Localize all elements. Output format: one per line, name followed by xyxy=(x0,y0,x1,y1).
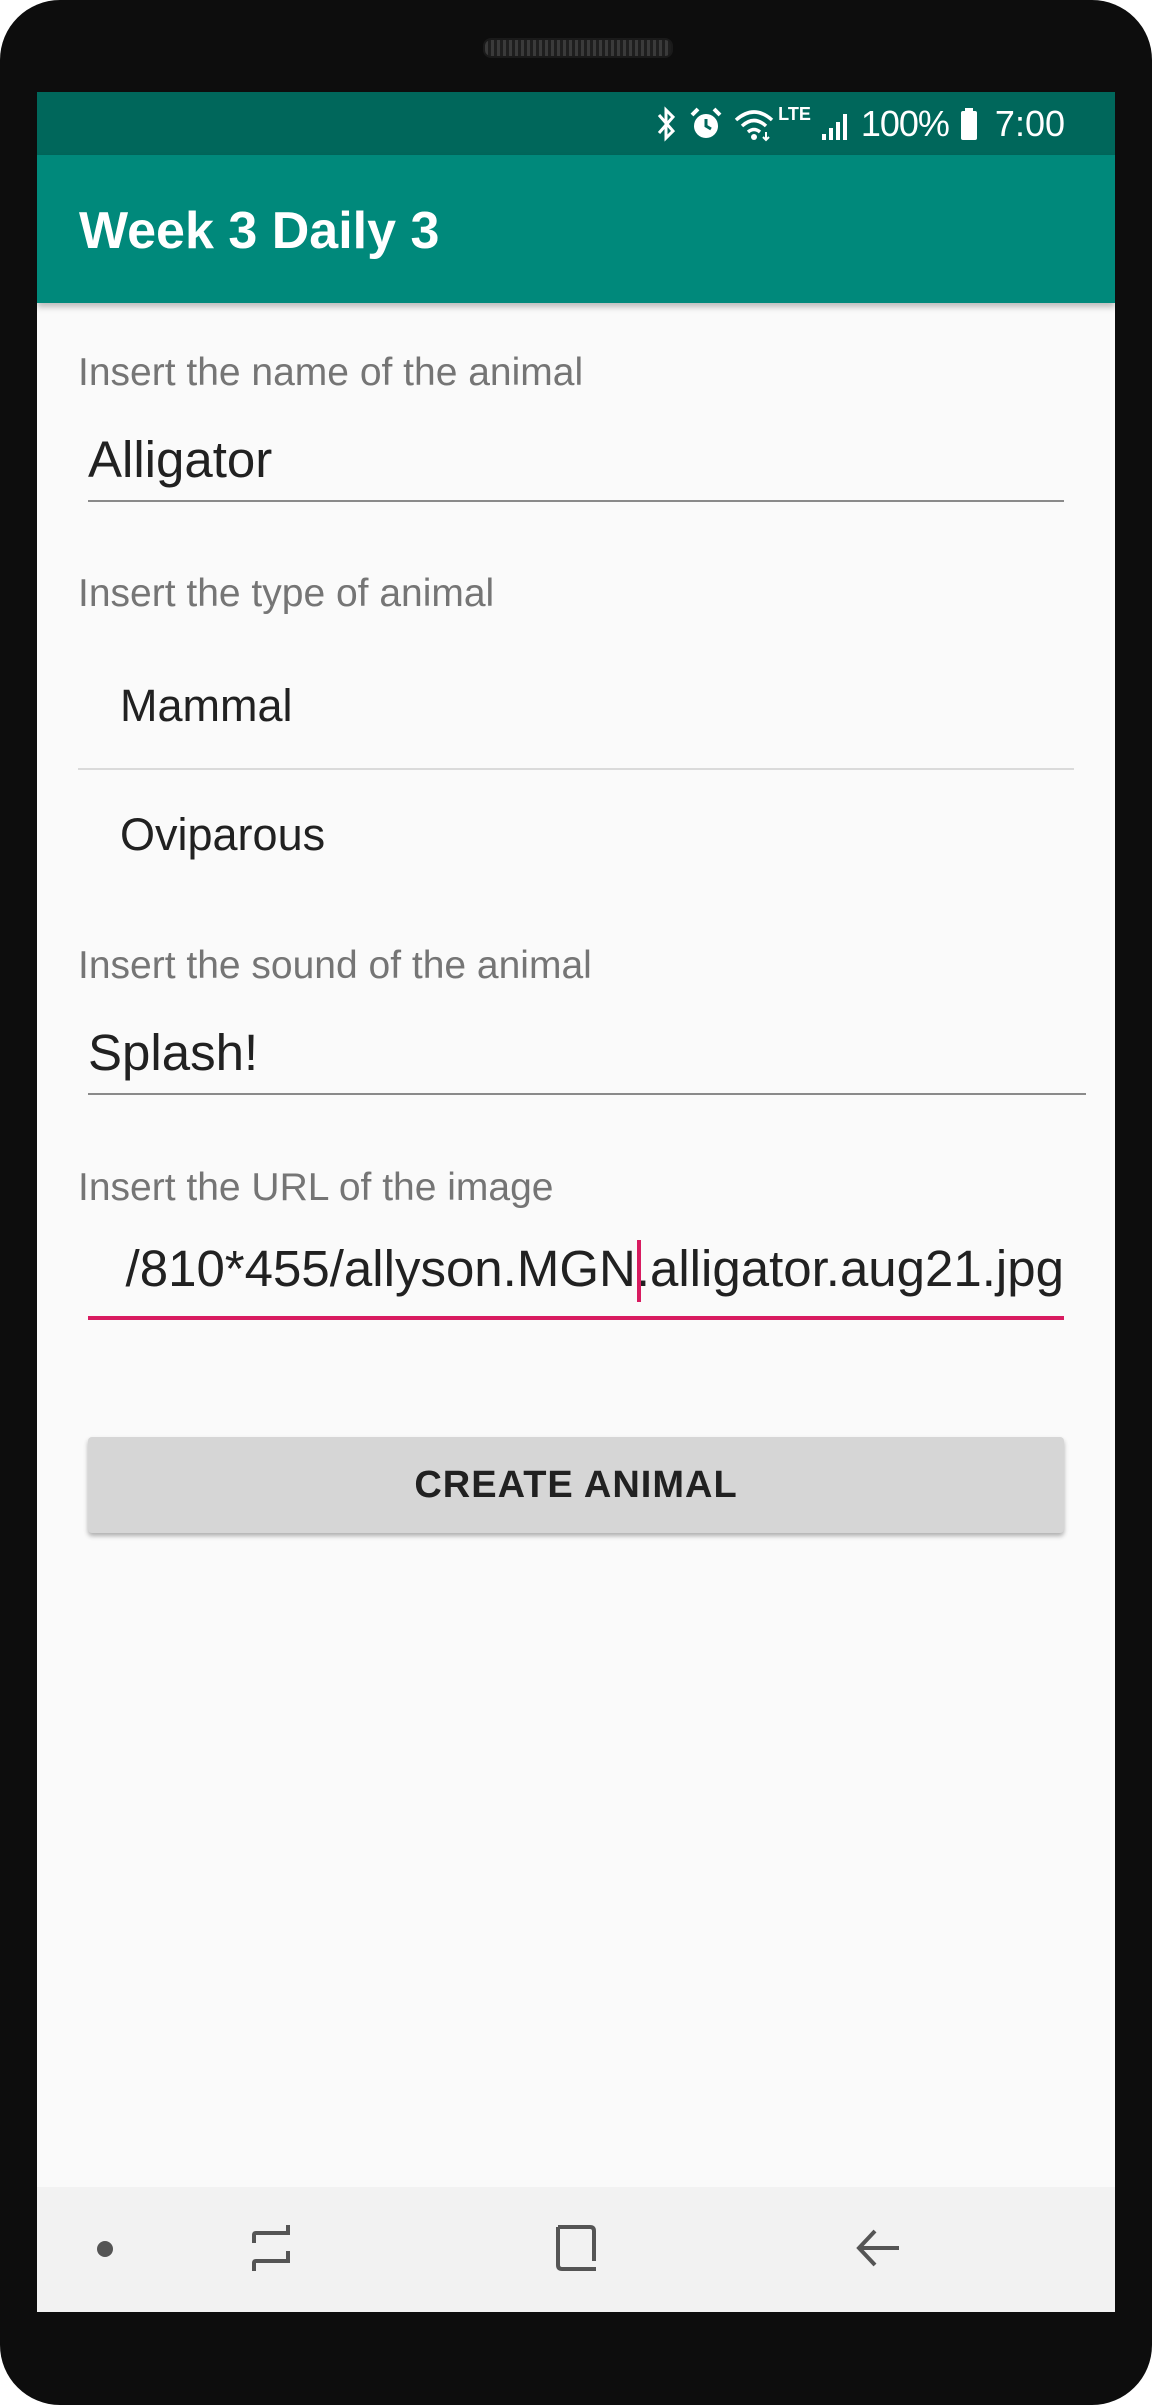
screen: LTE 100% 7:00 Week 3 Daily 3 Insert the … xyxy=(37,92,1115,2312)
lte-icon: LTE xyxy=(778,104,811,124)
name-input[interactable]: Alligator xyxy=(88,430,272,489)
app-bar: Week 3 Daily 3 xyxy=(37,155,1115,303)
name-input-underline xyxy=(88,500,1064,502)
text-cursor xyxy=(637,1240,641,1302)
bluetooth-icon xyxy=(658,106,676,142)
sound-label: Insert the sound of the animal xyxy=(78,944,592,987)
type-label: Insert the type of animal xyxy=(78,572,495,615)
type-option-oviparous[interactable]: Oviparous xyxy=(120,809,325,861)
speaker-grille xyxy=(483,38,673,58)
url-input-text: /810*455/allyson.MGN.alligator.aug21.jpg xyxy=(125,1240,1064,1297)
alarm-icon xyxy=(690,107,722,138)
status-time: 7:00 xyxy=(994,103,1065,144)
battery-percent: 100% xyxy=(860,103,950,144)
url-input-underline xyxy=(88,1316,1064,1320)
type-divider xyxy=(78,768,1074,770)
status-icons: LTE 100% 7:00 xyxy=(654,102,1065,146)
back-icon[interactable] xyxy=(853,2223,903,2273)
status-bar: LTE 100% 7:00 xyxy=(37,92,1115,155)
app-title: Week 3 Daily 3 xyxy=(79,202,440,260)
home-icon[interactable] xyxy=(552,2223,602,2273)
wifi-icon xyxy=(735,110,774,142)
name-label: Insert the name of the animal xyxy=(78,351,584,394)
url-input[interactable]: /810*455/allyson.MGN.alligator.aug21.jpg xyxy=(88,1233,1064,1313)
sound-input[interactable]: Splash! xyxy=(88,1023,258,1082)
url-label: Insert the URL of the image xyxy=(78,1166,554,1209)
signal-icon xyxy=(821,114,847,140)
phone-frame: LTE 100% 7:00 Week 3 Daily 3 Insert the … xyxy=(0,0,1152,2405)
sound-input-underline xyxy=(88,1093,1086,1095)
type-option-mammal[interactable]: Mammal xyxy=(120,680,293,732)
recent-apps-icon[interactable] xyxy=(248,2223,298,2273)
navigation-bar xyxy=(37,2187,1115,2312)
battery-icon xyxy=(960,108,977,140)
create-animal-button[interactable]: CREATE ANIMAL xyxy=(88,1437,1064,1533)
dot-icon[interactable] xyxy=(95,2239,115,2259)
